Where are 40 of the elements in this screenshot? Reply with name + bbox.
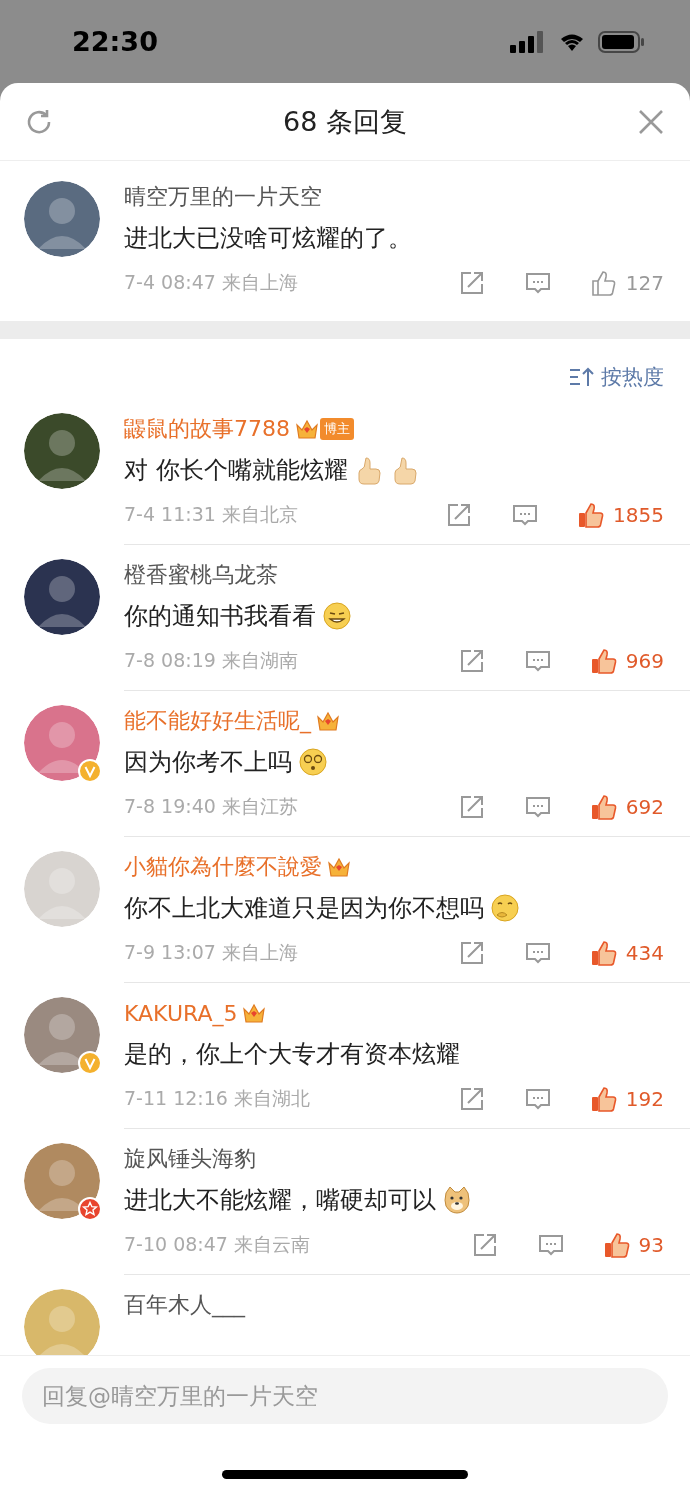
- reply-input-field[interactable]: 回复@晴空万里的一片天空: [22, 1368, 668, 1424]
- comment-text: 因为你考不上吗: [124, 747, 292, 778]
- comment-meta: 7-10 08:47 来自云南: [124, 1232, 310, 1257]
- username[interactable]: 小貓你為什麼不說愛: [124, 852, 322, 882]
- signal-icon: [510, 30, 546, 53]
- like-button[interactable]: 93: [602, 1231, 664, 1259]
- comment-meta: 7-8 08:19 来自湖南: [124, 648, 298, 673]
- avatar-photo[interactable]: [24, 559, 100, 635]
- username[interactable]: 鼹鼠的故事7788: [124, 414, 290, 444]
- comment-text: 进北大不能炫耀，嘴硬却可以: [124, 1185, 436, 1216]
- sheet-title: 68 条回复: [283, 104, 407, 139]
- username[interactable]: KAKURA_5: [124, 1000, 238, 1026]
- avatar-photo[interactable]: [24, 413, 100, 489]
- like-button[interactable]: 969: [589, 647, 664, 675]
- like-button[interactable]: 692: [589, 793, 664, 821]
- like-button[interactable]: 1855: [577, 501, 664, 529]
- like-button[interactable]: 127: [589, 269, 664, 297]
- comment-text: 你的通知书我看看: [124, 601, 316, 632]
- comment-text: 是的，你上个大专才有资本炫耀: [124, 1039, 460, 1070]
- blogger-tag: 博主: [320, 418, 354, 440]
- username[interactable]: 旋风锤头海豹: [124, 1144, 256, 1174]
- comment-meta: 7-9 13:07 来自上海: [124, 940, 298, 965]
- like-button[interactable]: 434: [589, 939, 664, 967]
- sort-icon: [569, 366, 595, 388]
- battery-icon: [598, 29, 646, 54]
- comment-meta: 7-4 11:31 来自北京: [124, 502, 298, 527]
- comment-text: 进北大已没啥可炫耀的了。: [124, 223, 412, 254]
- comment-meta: 7-4 08:47 来自上海: [124, 270, 298, 295]
- avatar-photo[interactable]: [24, 181, 100, 257]
- username[interactable]: 能不能好好生活呢_: [124, 706, 311, 736]
- comment-text: 对 你长个嘴就能炫耀: [124, 455, 348, 486]
- sort-button[interactable]: 按热度: [569, 363, 664, 391]
- username[interactable]: 橙香蜜桃乌龙茶: [124, 560, 278, 590]
- comment-text: 你不上北大难道只是因为你不想吗: [124, 893, 484, 924]
- like-button[interactable]: 192: [589, 1085, 664, 1113]
- status-time: 22:30: [72, 26, 158, 57]
- comment-meta: 7-8 19:40 来自江苏: [124, 794, 298, 819]
- comment-meta: 7-11 12:16 来自湖北: [124, 1086, 310, 1111]
- username[interactable]: 晴空万里的一片天空: [124, 182, 322, 212]
- username[interactable]: 百年木人___: [124, 1290, 245, 1320]
